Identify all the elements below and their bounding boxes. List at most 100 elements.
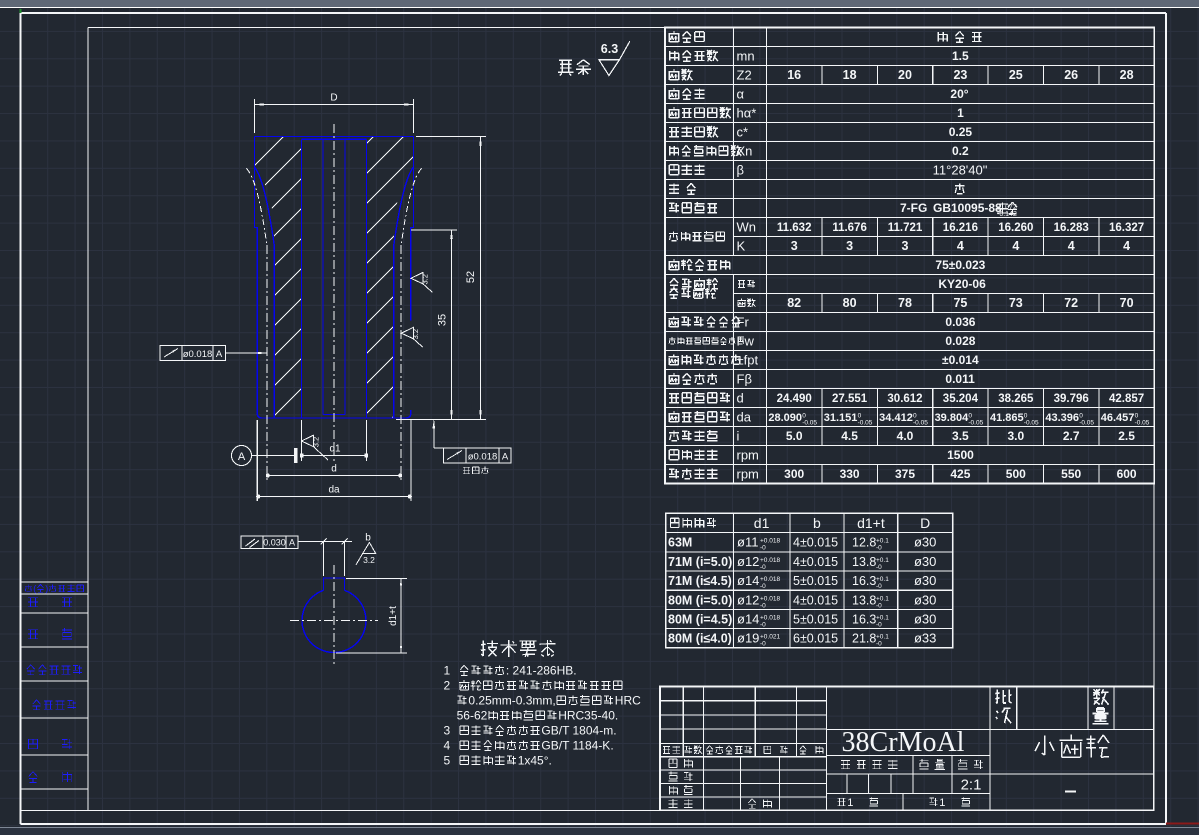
svg-text:16.283: 16.283	[1054, 222, 1089, 234]
svg-text:A: A	[216, 349, 223, 360]
svg-text:52: 52	[465, 271, 477, 283]
svg-text:31.151: 31.151	[824, 412, 858, 424]
svg-text:1x45°.: 1x45°.	[518, 754, 552, 768]
svg-text:d: d	[331, 464, 337, 475]
svg-text:550: 550	[1061, 467, 1081, 481]
svg-text:GB10095-88: GB10095-88	[933, 201, 1002, 215]
svg-text:375: 375	[895, 467, 915, 481]
svg-text:27.551: 27.551	[832, 393, 868, 405]
svg-text:71M (i≤4.5): 71M (i≤4.5)	[668, 574, 732, 588]
svg-text:28: 28	[1120, 68, 1134, 82]
svg-text:11.721: 11.721	[888, 222, 923, 234]
svg-text:): )	[45, 584, 48, 594]
svg-text:26: 26	[1064, 68, 1078, 82]
svg-text:75±0.023: 75±0.023	[935, 258, 985, 272]
svg-text:12.8: 12.8	[852, 536, 876, 550]
svg-text:6±0.015: 6±0.015	[793, 632, 838, 646]
svg-text:78: 78	[898, 296, 912, 310]
svg-text:5.0: 5.0	[786, 429, 803, 443]
svg-text:±fpt: ±fpt	[737, 353, 759, 368]
svg-text:2:1: 2:1	[961, 777, 982, 794]
svg-text:KY20-06: KY20-06	[938, 277, 986, 291]
svg-text:82: 82	[787, 296, 801, 310]
svg-text:: 241-286HB.: : 241-286HB.	[506, 664, 577, 678]
svg-text:1: 1	[847, 797, 853, 809]
svg-text:D: D	[330, 93, 337, 104]
svg-text:mn: mn	[737, 49, 755, 64]
svg-text:38CrMoAl: 38CrMoAl	[842, 727, 965, 758]
svg-text:+0.1: +0.1	[876, 557, 889, 564]
svg-text:600: 600	[1117, 467, 1137, 481]
svg-text:-0.05: -0.05	[1024, 420, 1039, 427]
svg-text:4±0.015: 4±0.015	[793, 593, 838, 607]
svg-text:3: 3	[902, 239, 909, 253]
svg-text:0.011: 0.011	[945, 372, 975, 386]
svg-text:3.0: 3.0	[1007, 429, 1024, 443]
svg-text:Fw: Fw	[737, 334, 755, 349]
svg-text:+0.018: +0.018	[760, 576, 780, 583]
svg-text:11°28'40": 11°28'40"	[933, 163, 988, 178]
svg-text:i: i	[737, 429, 740, 444]
svg-text:5±0.015: 5±0.015	[793, 574, 838, 588]
svg-text:-0: -0	[876, 622, 882, 629]
svg-text:4: 4	[1012, 239, 1019, 253]
svg-text:+0.018: +0.018	[760, 538, 780, 545]
svg-text:+0.1: +0.1	[876, 595, 889, 602]
svg-text:b: b	[813, 515, 821, 531]
svg-text:-0.05: -0.05	[968, 420, 983, 427]
svg-text:d1+t: d1+t	[388, 606, 399, 626]
svg-text:ø14: ø14	[737, 612, 759, 627]
svg-text:-0.05: -0.05	[1079, 420, 1094, 427]
svg-text:3.2: 3.2	[363, 555, 375, 565]
svg-text:ø30: ø30	[914, 612, 936, 627]
svg-text:330: 330	[840, 467, 860, 481]
svg-text:1: 1	[957, 106, 964, 120]
svg-text:da: da	[737, 410, 752, 425]
svg-text:da: da	[328, 485, 340, 496]
svg-text:4.5: 4.5	[841, 429, 858, 443]
svg-text:A: A	[289, 538, 295, 548]
svg-text:-0.05: -0.05	[1135, 420, 1150, 427]
svg-text:16.327: 16.327	[1109, 222, 1144, 234]
svg-text:500: 500	[1006, 467, 1026, 481]
svg-text:23: 23	[953, 68, 967, 82]
svg-text:3.2: 3.2	[312, 437, 321, 447]
svg-text:0.2: 0.2	[952, 144, 969, 158]
svg-text:4: 4	[957, 239, 964, 253]
svg-text:1500: 1500	[947, 448, 974, 462]
svg-text:0: 0	[1024, 413, 1028, 420]
svg-text:16.3: 16.3	[852, 613, 876, 627]
svg-text:GB/T 1184-K.: GB/T 1184-K.	[541, 739, 613, 753]
svg-text:A: A	[502, 452, 509, 463]
svg-text:-0: -0	[760, 564, 766, 571]
svg-text:+0.018: +0.018	[760, 557, 780, 564]
svg-text:b: b	[365, 533, 371, 544]
svg-text:16.216: 16.216	[943, 222, 978, 234]
svg-text:3.2: 3.2	[411, 329, 420, 339]
svg-text:20°: 20°	[950, 87, 968, 101]
svg-text:+0.021: +0.021	[760, 634, 780, 641]
svg-text:ø11: ø11	[737, 535, 758, 550]
svg-text:ø0.018: ø0.018	[468, 452, 498, 463]
svg-text:GB/T 1804-m.: GB/T 1804-m.	[541, 724, 616, 738]
svg-text:28.090: 28.090	[768, 412, 802, 424]
svg-text:39.804: 39.804	[935, 412, 970, 424]
svg-text:-0.05: -0.05	[913, 420, 928, 427]
svg-text:46.457: 46.457	[1101, 412, 1135, 424]
svg-text:-0: -0	[760, 583, 766, 590]
svg-text:ø30: ø30	[914, 573, 936, 588]
svg-text:4±0.015: 4±0.015	[793, 536, 838, 550]
svg-text:7-FG: 7-FG	[900, 201, 927, 215]
svg-text:0.030: 0.030	[263, 538, 286, 548]
svg-text:ø30: ø30	[914, 554, 936, 569]
svg-text:α: α	[737, 87, 745, 102]
svg-text:0.036: 0.036	[945, 315, 975, 329]
svg-text:16.260: 16.260	[998, 222, 1033, 234]
svg-text:0: 0	[802, 413, 806, 420]
svg-text:18: 18	[843, 68, 857, 82]
svg-text:41.865: 41.865	[990, 412, 1024, 424]
svg-text:16: 16	[787, 68, 801, 82]
svg-text:±0.014: ±0.014	[942, 353, 979, 367]
svg-text:+0.018: +0.018	[760, 615, 780, 622]
svg-text:+0.018: +0.018	[760, 595, 780, 602]
